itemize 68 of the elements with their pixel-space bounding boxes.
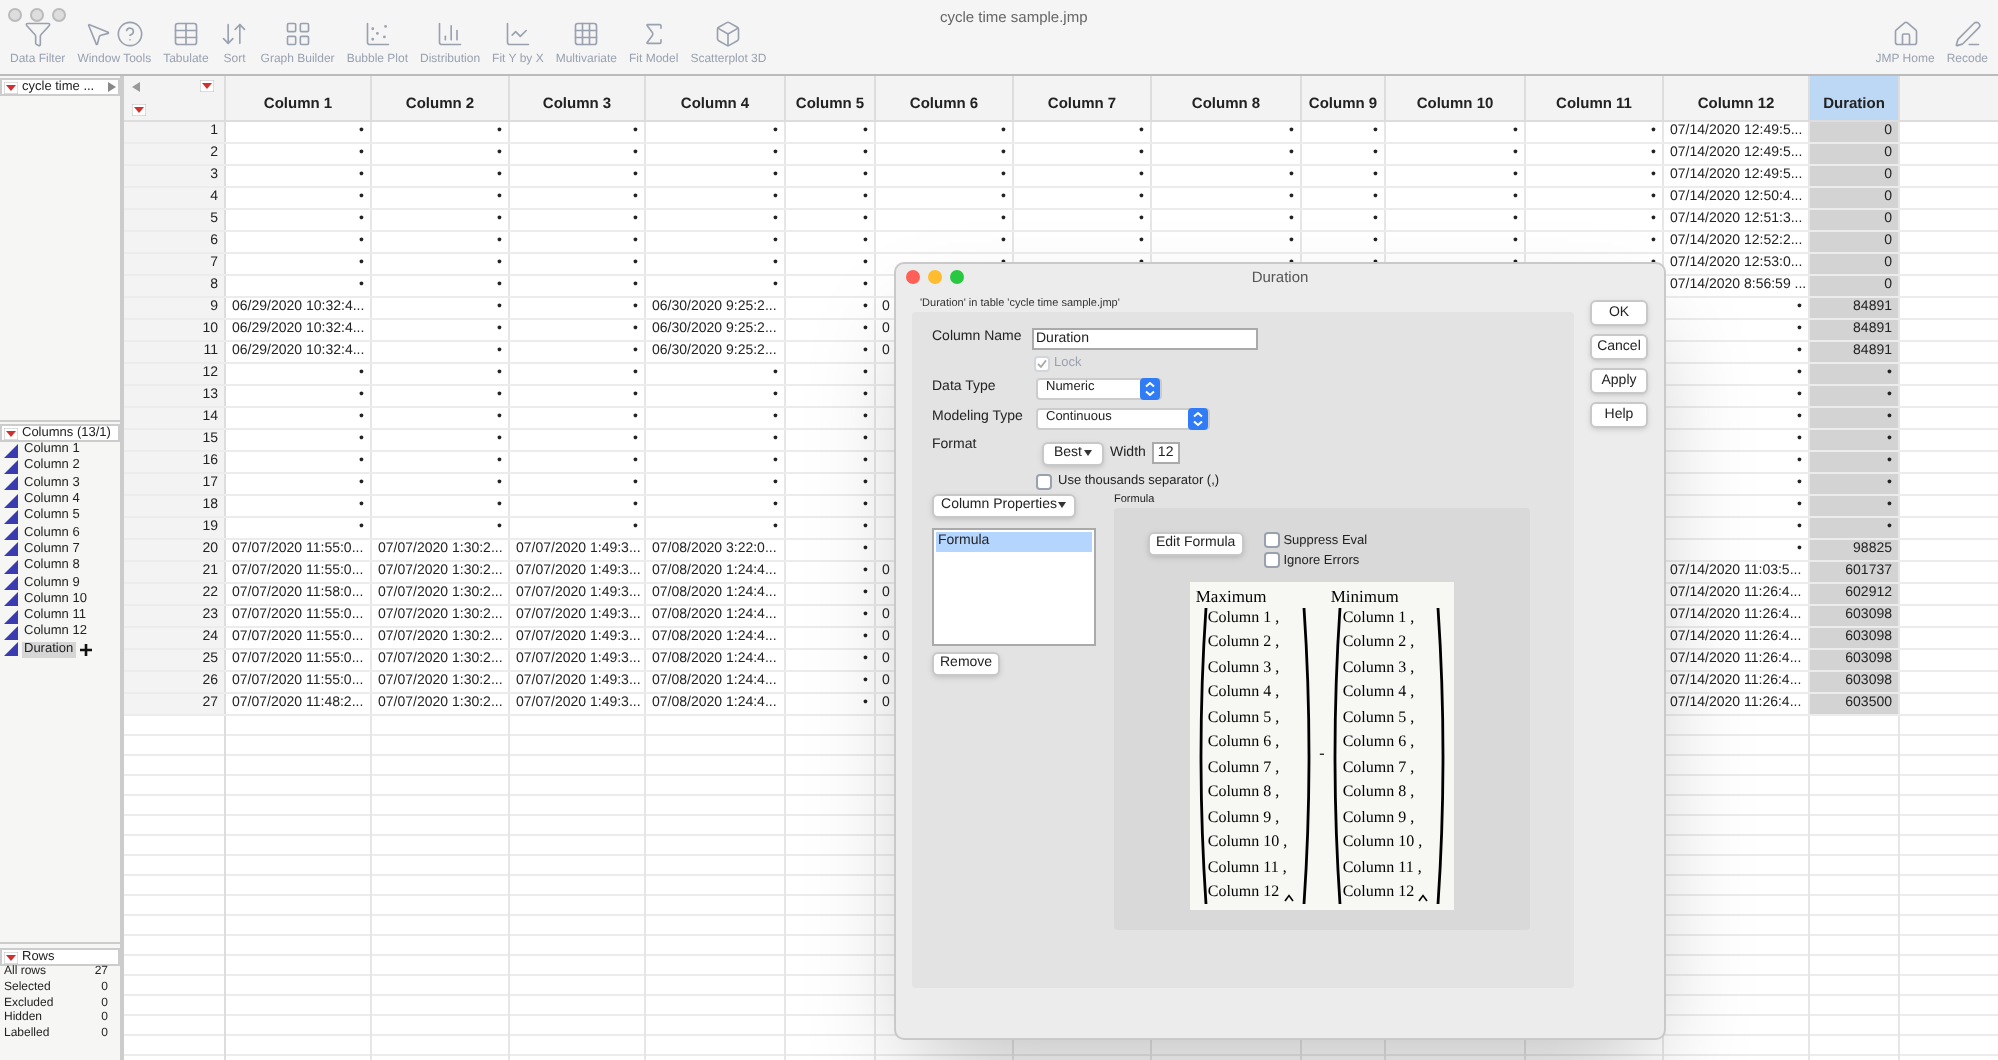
caret-icon [1084, 450, 1093, 457]
function-name: Maximum [1195, 585, 1269, 605]
formula-argument: Column 11 , [1207, 855, 1287, 879]
insertion-caret-icon [1283, 894, 1294, 903]
close-button[interactable] [8, 8, 22, 22]
formula-argument: Column 7 , [1207, 755, 1280, 779]
grid-icon [572, 20, 601, 48]
formula-argument: Column 10 , [1207, 830, 1288, 854]
collapse-arrow-icon[interactable] [132, 82, 140, 92]
formula-argument: Column 5 , [1207, 705, 1280, 729]
formula-argument: Column 4 , [1342, 680, 1415, 704]
minimize-button[interactable] [30, 8, 44, 22]
formula-argument: Column 11 , [1342, 855, 1422, 879]
formula-argument: Column 2 , [1207, 630, 1280, 654]
insertion-caret-icon [1418, 894, 1429, 903]
dropdown-triangle-icon[interactable] [4, 951, 18, 964]
formula-argument: Column 3 , [1342, 655, 1415, 679]
right-parenthesis-icon [1301, 605, 1314, 905]
formula-argument: Column 12 [1207, 880, 1280, 904]
left-parenthesis-icon [1195, 605, 1208, 905]
checkbox[interactable] [1263, 532, 1280, 548]
grid-icon [283, 20, 312, 48]
checkbox[interactable] [1263, 552, 1280, 568]
line-chart-icon [503, 20, 532, 48]
formula-argument: Column 5 , [1342, 705, 1415, 729]
pen-icon [1953, 20, 1982, 48]
formula-argument: Column 6 , [1207, 730, 1280, 754]
formula-argument: Column 10 , [1342, 830, 1423, 854]
formula-argument: Column 8 , [1207, 780, 1280, 804]
formula-argument: Column 9 , [1207, 805, 1280, 829]
checkbox[interactable] [1036, 473, 1052, 490]
help-icon [116, 20, 145, 48]
stepper-icon [1140, 377, 1160, 400]
formula-argument: Column 3 , [1207, 655, 1280, 679]
bar-chart-icon [436, 20, 465, 48]
scatter-chart-icon [363, 20, 392, 48]
zoom-button[interactable] [950, 270, 964, 284]
dropdown-triangle-icon[interactable] [200, 80, 214, 92]
right-parenthesis-icon [1436, 605, 1449, 905]
formula-argument: Column 7 , [1342, 755, 1415, 779]
formula-argument: Column 6 , [1342, 730, 1415, 754]
formula-argument: Column 9 , [1342, 805, 1415, 829]
formula-argument: Column 12 [1342, 880, 1415, 904]
left-parenthesis-icon [1330, 605, 1343, 905]
table-icon [171, 20, 200, 48]
check-icon [1036, 357, 1048, 370]
operator: - [1319, 741, 1325, 765]
formula-argument: Column 2 , [1342, 630, 1415, 654]
close-button[interactable] [906, 270, 920, 284]
formula-argument: Column 1 , [1207, 605, 1280, 629]
formula-argument: Column 1 , [1342, 605, 1415, 629]
dropdown-triangle-icon[interactable] [4, 427, 18, 439]
filter-icon [23, 20, 52, 48]
expand-arrow-icon[interactable] [108, 82, 116, 92]
caret-icon [1058, 502, 1067, 508]
formula-argument: Column 4 , [1207, 680, 1280, 704]
home-icon [1891, 20, 1920, 48]
zoom-button[interactable] [52, 8, 66, 22]
sort-icon [220, 20, 249, 48]
dropdown-triangle-icon[interactable] [4, 81, 18, 93]
minimize-button[interactable] [928, 270, 942, 284]
dropdown-triangle-icon[interactable] [132, 104, 146, 116]
cube-icon [714, 20, 743, 48]
pointer-icon [84, 20, 113, 48]
stepper-icon [1188, 407, 1208, 430]
formula-argument: Column 8 , [1342, 780, 1415, 804]
plus-icon [79, 643, 92, 656]
function-name: Minimum [1330, 585, 1401, 605]
